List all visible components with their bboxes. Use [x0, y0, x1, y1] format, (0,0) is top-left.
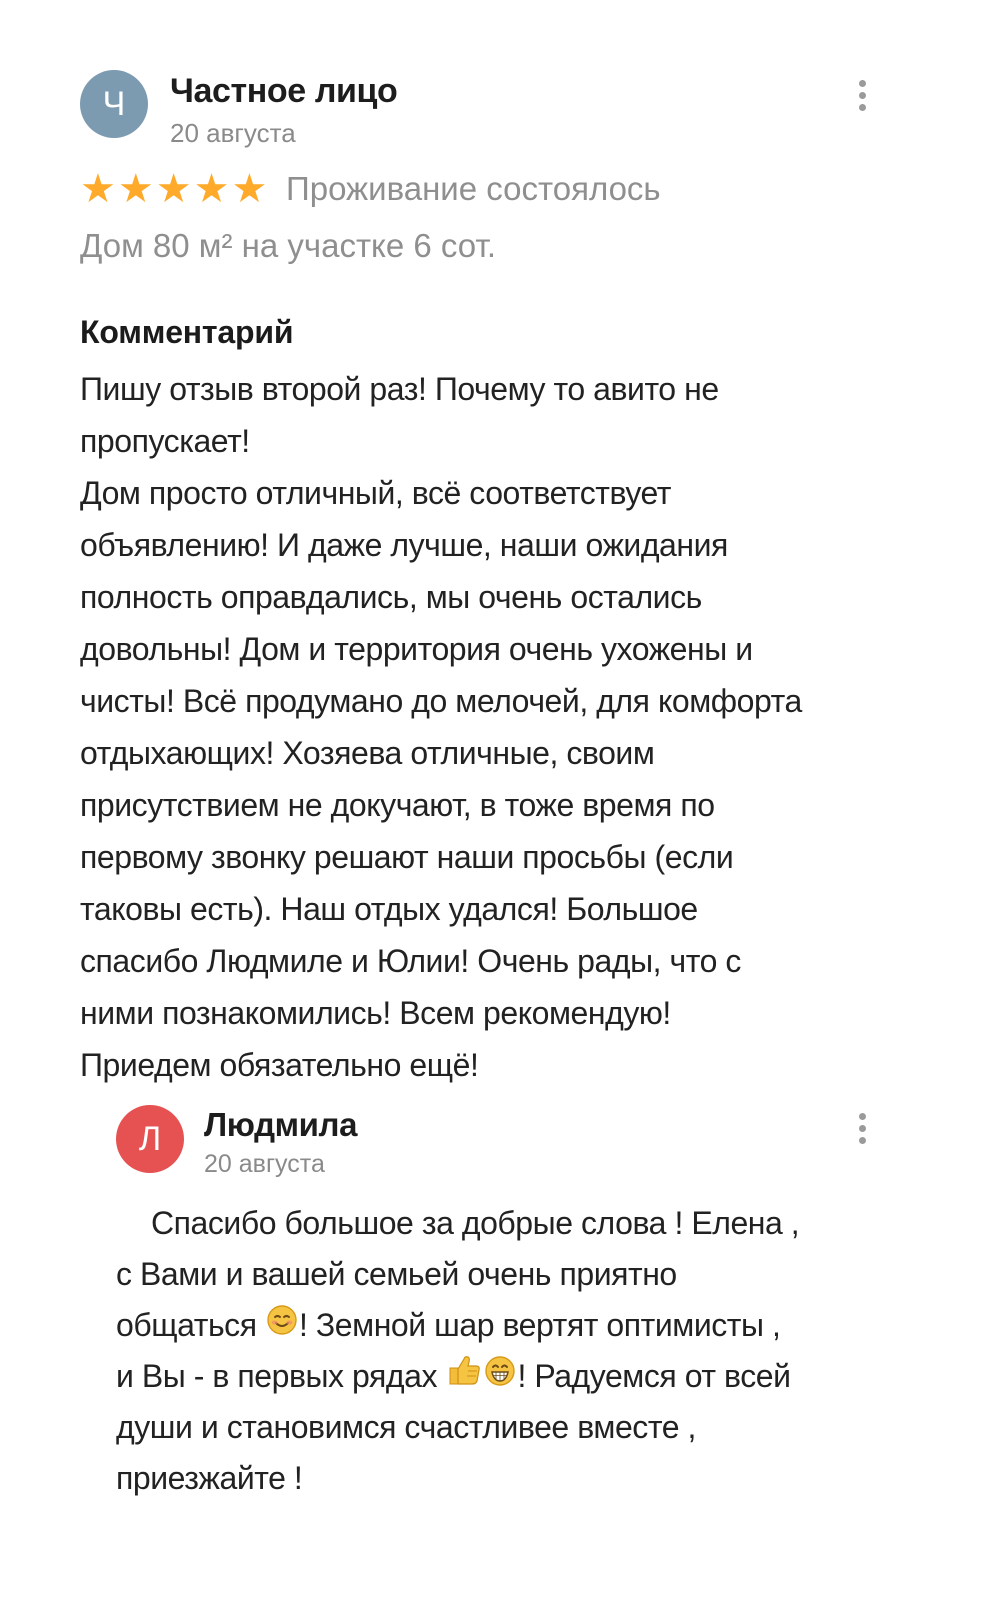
comment-line: Пишу отзыв второй раз! Почему то авито н…: [80, 371, 719, 407]
comment-line: ними познакомились! Всем рекомендую!: [80, 995, 671, 1031]
comment-line: отдыхающих! Хозяева отличные, своим: [80, 735, 655, 771]
smiling-blushing-emoji-icon: [266, 1300, 298, 1351]
more-vertical-icon: [859, 92, 866, 99]
reply-line: общаться ! Земной шар вертят оптимисты ,: [116, 1300, 916, 1351]
reply-header: Л Людмила 20 августа: [116, 1103, 916, 1198]
reply-line: с Вами и вашей семьей очень приятно: [116, 1256, 677, 1292]
reply-line: души и становимся счастливее вместе ,: [116, 1409, 696, 1445]
comment-line: чисты! Всё продумано до мелочей, для ком…: [80, 683, 802, 719]
grinning-emoji-icon: [484, 1351, 516, 1402]
comment-line: первому звонку решают наши просьбы (если: [80, 839, 734, 875]
author-name[interactable]: Частное лицо: [170, 72, 398, 111]
more-vertical-icon: [859, 104, 866, 111]
reply-date: 20 августа: [204, 1150, 325, 1178]
reply-more-menu-button[interactable]: [850, 1107, 874, 1149]
stay-status: Проживание состоялось: [286, 170, 661, 207]
more-vertical-icon: [859, 1137, 866, 1144]
star-rating: ★★★★★: [80, 167, 270, 211]
author-avatar[interactable]: Ч: [80, 70, 148, 138]
comment-line: довольны! Дом и территория очень ухожены…: [80, 631, 753, 667]
review-date: 20 августа: [170, 118, 296, 148]
comment-line: Дом просто отличный, всё соответствует: [80, 475, 672, 511]
comment-line: таковы есть). Наш отдых удался! Большое: [80, 891, 698, 927]
more-vertical-icon: [859, 1125, 866, 1132]
reply-author-name[interactable]: Людмила: [204, 1106, 357, 1144]
reply-line: Спасибо большое за добрые слова ! Елена …: [151, 1205, 800, 1241]
comment-line: пропускает!: [80, 423, 250, 459]
owner-reply: Л Людмила 20 августа Спасибо большое за …: [116, 1103, 916, 1504]
review-more-menu-button[interactable]: [850, 74, 874, 116]
review-card: Ч Частное лицо 20 августа ★★★★★ Проживан…: [80, 68, 920, 1091]
reply-line: приезжайте !: [116, 1460, 303, 1496]
reply-text: Спасибо большое за добрые слова ! Елена …: [116, 1198, 916, 1504]
reply-text-part: и Вы - в первых рядах: [116, 1358, 446, 1394]
more-vertical-icon: [859, 80, 866, 87]
comment-line: Приедем обязательно ещё!: [80, 1047, 479, 1083]
reply-avatar[interactable]: Л: [116, 1105, 184, 1173]
comment-heading: Комментарий: [80, 314, 294, 350]
comment-line: спасибо Людмиле и Юлии! Очень рады, что …: [80, 943, 741, 979]
reply-text-part: ! Радуемся от всей: [517, 1358, 791, 1394]
more-vertical-icon: [859, 1113, 866, 1120]
listing-title: Дом 80 м² на участке 6 сот.: [80, 227, 497, 264]
comment-line: присутствием не докучают, в тоже время п…: [80, 787, 715, 823]
reply-text-part: общаться: [116, 1307, 266, 1343]
comment-text: Пишу отзыв второй раз! Почему то авито н…: [80, 363, 920, 1091]
comment-line: объявлению! И даже лучше, наши ожидания: [80, 527, 728, 563]
review-header: Ч Частное лицо 20 августа: [80, 68, 920, 148]
reply-line: и Вы - в первых рядах ! Радуемся от всей: [116, 1351, 916, 1402]
comment-line: полность оправдались, мы очень остались: [80, 579, 702, 615]
thumbs-up-emoji-icon: [446, 1351, 482, 1402]
rating-row: ★★★★★ Проживание состоялось: [80, 162, 920, 216]
reply-text-part: ! Земной шар вертят оптимисты ,: [299, 1307, 781, 1343]
